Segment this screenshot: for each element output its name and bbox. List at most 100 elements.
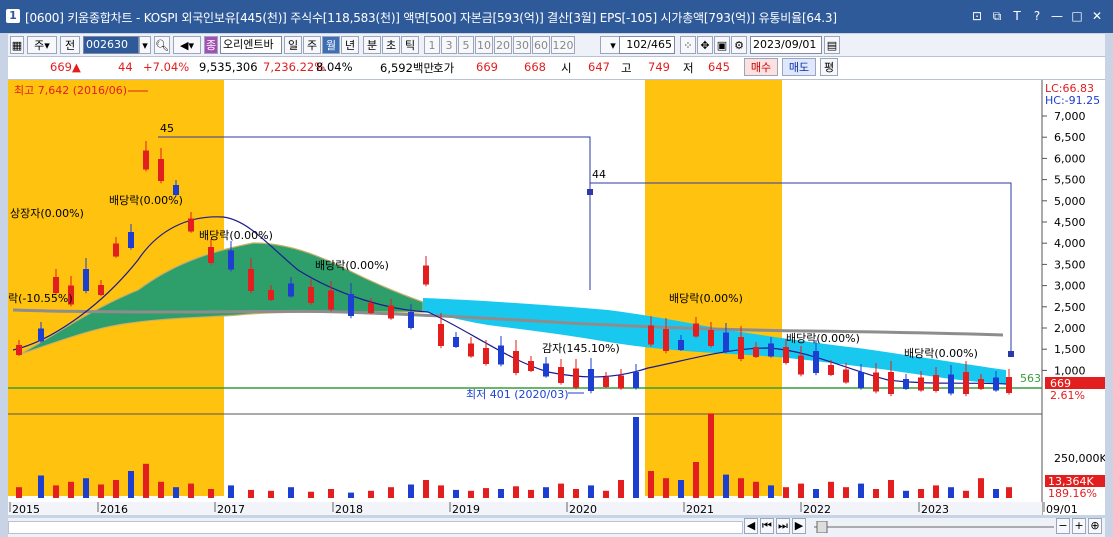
speaker-icon[interactable]: ◀▾	[173, 36, 201, 54]
candle-body	[603, 377, 609, 387]
candle-body	[573, 368, 579, 388]
period-year[interactable]: 년	[341, 36, 359, 54]
volume-bar	[38, 475, 44, 498]
close-icon[interactable]: ✕	[1089, 8, 1105, 24]
intraday-second[interactable]: 초	[382, 36, 400, 54]
volume-bar	[53, 485, 59, 498]
candle-body	[978, 379, 984, 389]
volume-bar	[648, 471, 654, 498]
candle-body	[993, 377, 999, 391]
chart-area[interactable]: 45 44 최고 7,642 (2016/06) 최저 401 (2020/03…	[8, 80, 1107, 516]
buy-button[interactable]: 매수	[744, 58, 778, 76]
sell-button[interactable]: 매도	[782, 58, 816, 76]
scroll-bar[interactable]: ◀ ⏮ ⏭ ▶ − + ⊕	[8, 518, 1105, 537]
price-axis-label: 4,500	[1054, 216, 1086, 229]
candle-body	[158, 159, 164, 181]
horizontal-scrollbar-track[interactable]	[8, 521, 743, 534]
volume-bar	[158, 481, 164, 498]
price-volume-chart[interactable]: 45 44 최고 7,642 (2016/06) 최저 401 (2020/03…	[8, 80, 1107, 516]
dots-icon[interactable]: ⁘	[680, 36, 696, 54]
market-select[interactable]: 주▾	[27, 36, 57, 54]
interval-120[interactable]: 120	[551, 36, 575, 54]
volume-bar	[453, 489, 459, 498]
candle-body	[648, 325, 654, 345]
count-marker-start	[587, 189, 593, 195]
gear-icon[interactable]: ⚙	[731, 36, 747, 54]
candle-body	[248, 269, 254, 291]
help-icon[interactable]: ?	[1029, 8, 1045, 24]
listing-annotation: 상장자(0.00%)	[10, 207, 84, 220]
date-input[interactable]: 2023/09/01	[750, 36, 822, 54]
scroll-last-icon[interactable]: ⏭	[776, 518, 790, 534]
volume-bar	[408, 484, 414, 498]
candle-body	[498, 345, 504, 365]
volume-bar	[423, 480, 429, 498]
interval-30[interactable]: 30	[513, 36, 531, 54]
volume-bar	[753, 481, 759, 498]
period-week[interactable]: 주	[303, 36, 321, 54]
volume-bar	[188, 483, 194, 498]
candle-body	[753, 347, 759, 357]
time-axis-label: 2017	[217, 503, 245, 515]
scroll-left-icon[interactable]: ◀	[744, 518, 758, 534]
minimize-icon[interactable]: —	[1049, 8, 1065, 24]
candle-body	[83, 269, 89, 291]
intraday-tick[interactable]: 틱	[401, 36, 419, 54]
count-marker-end	[1008, 351, 1014, 357]
time-axis-label: 2020	[569, 503, 597, 515]
time-axis-label: 2016	[100, 503, 128, 515]
save-icon[interactable]: ▣	[714, 36, 730, 54]
stock-code-input[interactable]: 002630	[83, 36, 139, 54]
candle-body	[933, 375, 939, 391]
price-axis-label: 3,000	[1054, 280, 1086, 293]
volume-bar	[573, 489, 579, 498]
evaluate-button[interactable]: 평	[820, 58, 838, 76]
intraday-minute[interactable]: 분	[363, 36, 381, 54]
zoom-slider-track[interactable]	[814, 520, 1054, 534]
interval-1[interactable]: 1	[424, 36, 440, 54]
volume-bar	[498, 489, 504, 498]
volume-bar	[948, 487, 954, 498]
candle-body	[483, 348, 489, 364]
crosshair-icon[interactable]: ✥	[697, 36, 713, 54]
scroll-first-icon[interactable]: ⏮	[760, 518, 774, 534]
zoom-slider[interactable]	[814, 520, 1054, 534]
link-icon[interactable]: ⊡	[969, 8, 985, 24]
restore-group-icon[interactable]: ⧉	[989, 8, 1005, 24]
period-month[interactable]: 월	[322, 36, 340, 54]
fit-icon[interactable]: ⊕	[1088, 518, 1102, 534]
interval-5[interactable]: 5	[458, 36, 474, 54]
interval-60[interactable]: 60	[532, 36, 550, 54]
volume-bar	[858, 483, 864, 498]
all-button[interactable]: 전	[60, 36, 80, 54]
text-icon[interactable]: T	[1009, 8, 1025, 24]
data-count-field[interactable]: 102/465	[619, 36, 675, 54]
candle-body	[98, 285, 104, 295]
time-axis-label: 2023	[921, 503, 949, 515]
candle-body	[858, 372, 864, 388]
last-percent-label: 2.61%	[1050, 389, 1085, 402]
period-prefix-badge[interactable]: 종	[204, 36, 218, 54]
maximize-icon[interactable]: □	[1069, 8, 1085, 24]
period-day[interactable]: 일	[284, 36, 302, 54]
interval-3[interactable]: 3	[441, 36, 457, 54]
volume-bar	[388, 487, 394, 498]
volume-bar	[798, 483, 804, 498]
grid-icon[interactable]: ▦	[10, 36, 24, 54]
candle-body	[308, 287, 314, 303]
zoom-in-icon[interactable]: +	[1072, 518, 1086, 534]
code-dropdown-icon[interactable]: ▾	[139, 36, 151, 54]
search-icon[interactable]: 🔍︎	[154, 36, 170, 54]
volume-bar	[483, 488, 489, 498]
candle-body	[678, 340, 684, 350]
scroll-right-icon[interactable]: ▶	[792, 518, 806, 534]
time-axis-label: 2015	[12, 503, 40, 515]
interval-10[interactable]: 10	[475, 36, 493, 54]
volume-bar	[268, 490, 274, 498]
calendar-icon[interactable]: ▤	[824, 36, 840, 54]
high-price: 749	[648, 60, 670, 74]
zoom-out-icon[interactable]: −	[1056, 518, 1070, 534]
interval-20[interactable]: 20	[494, 36, 512, 54]
volume-bar	[588, 485, 594, 498]
trade-amount: 6,592백만	[380, 61, 435, 75]
